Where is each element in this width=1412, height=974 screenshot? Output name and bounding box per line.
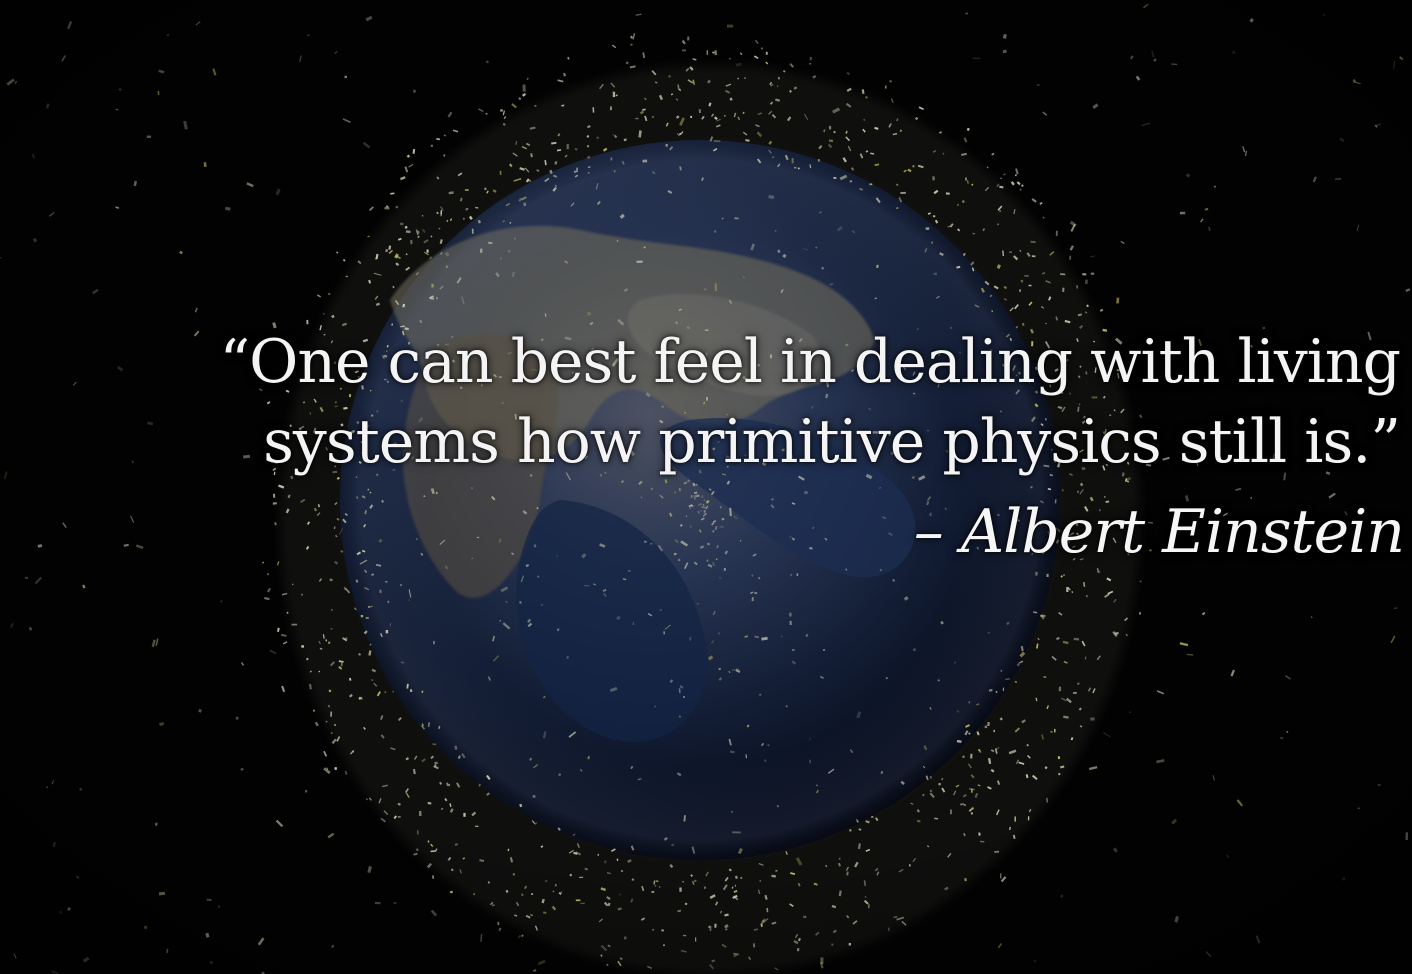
quote-attribution: – Albert Einstein: [913, 497, 1405, 567]
einstein-quote: “One can best feel in dealing with livin…: [0, 322, 1401, 482]
earth-debris-background: [0, 0, 1412, 974]
quote-line-1: “One can best feel in dealing with livin…: [219, 327, 1401, 397]
quote-slide: “One can best feel in dealing with livin…: [0, 0, 1412, 974]
quote-line-2: systems how primitive physics still is.”: [263, 407, 1401, 477]
